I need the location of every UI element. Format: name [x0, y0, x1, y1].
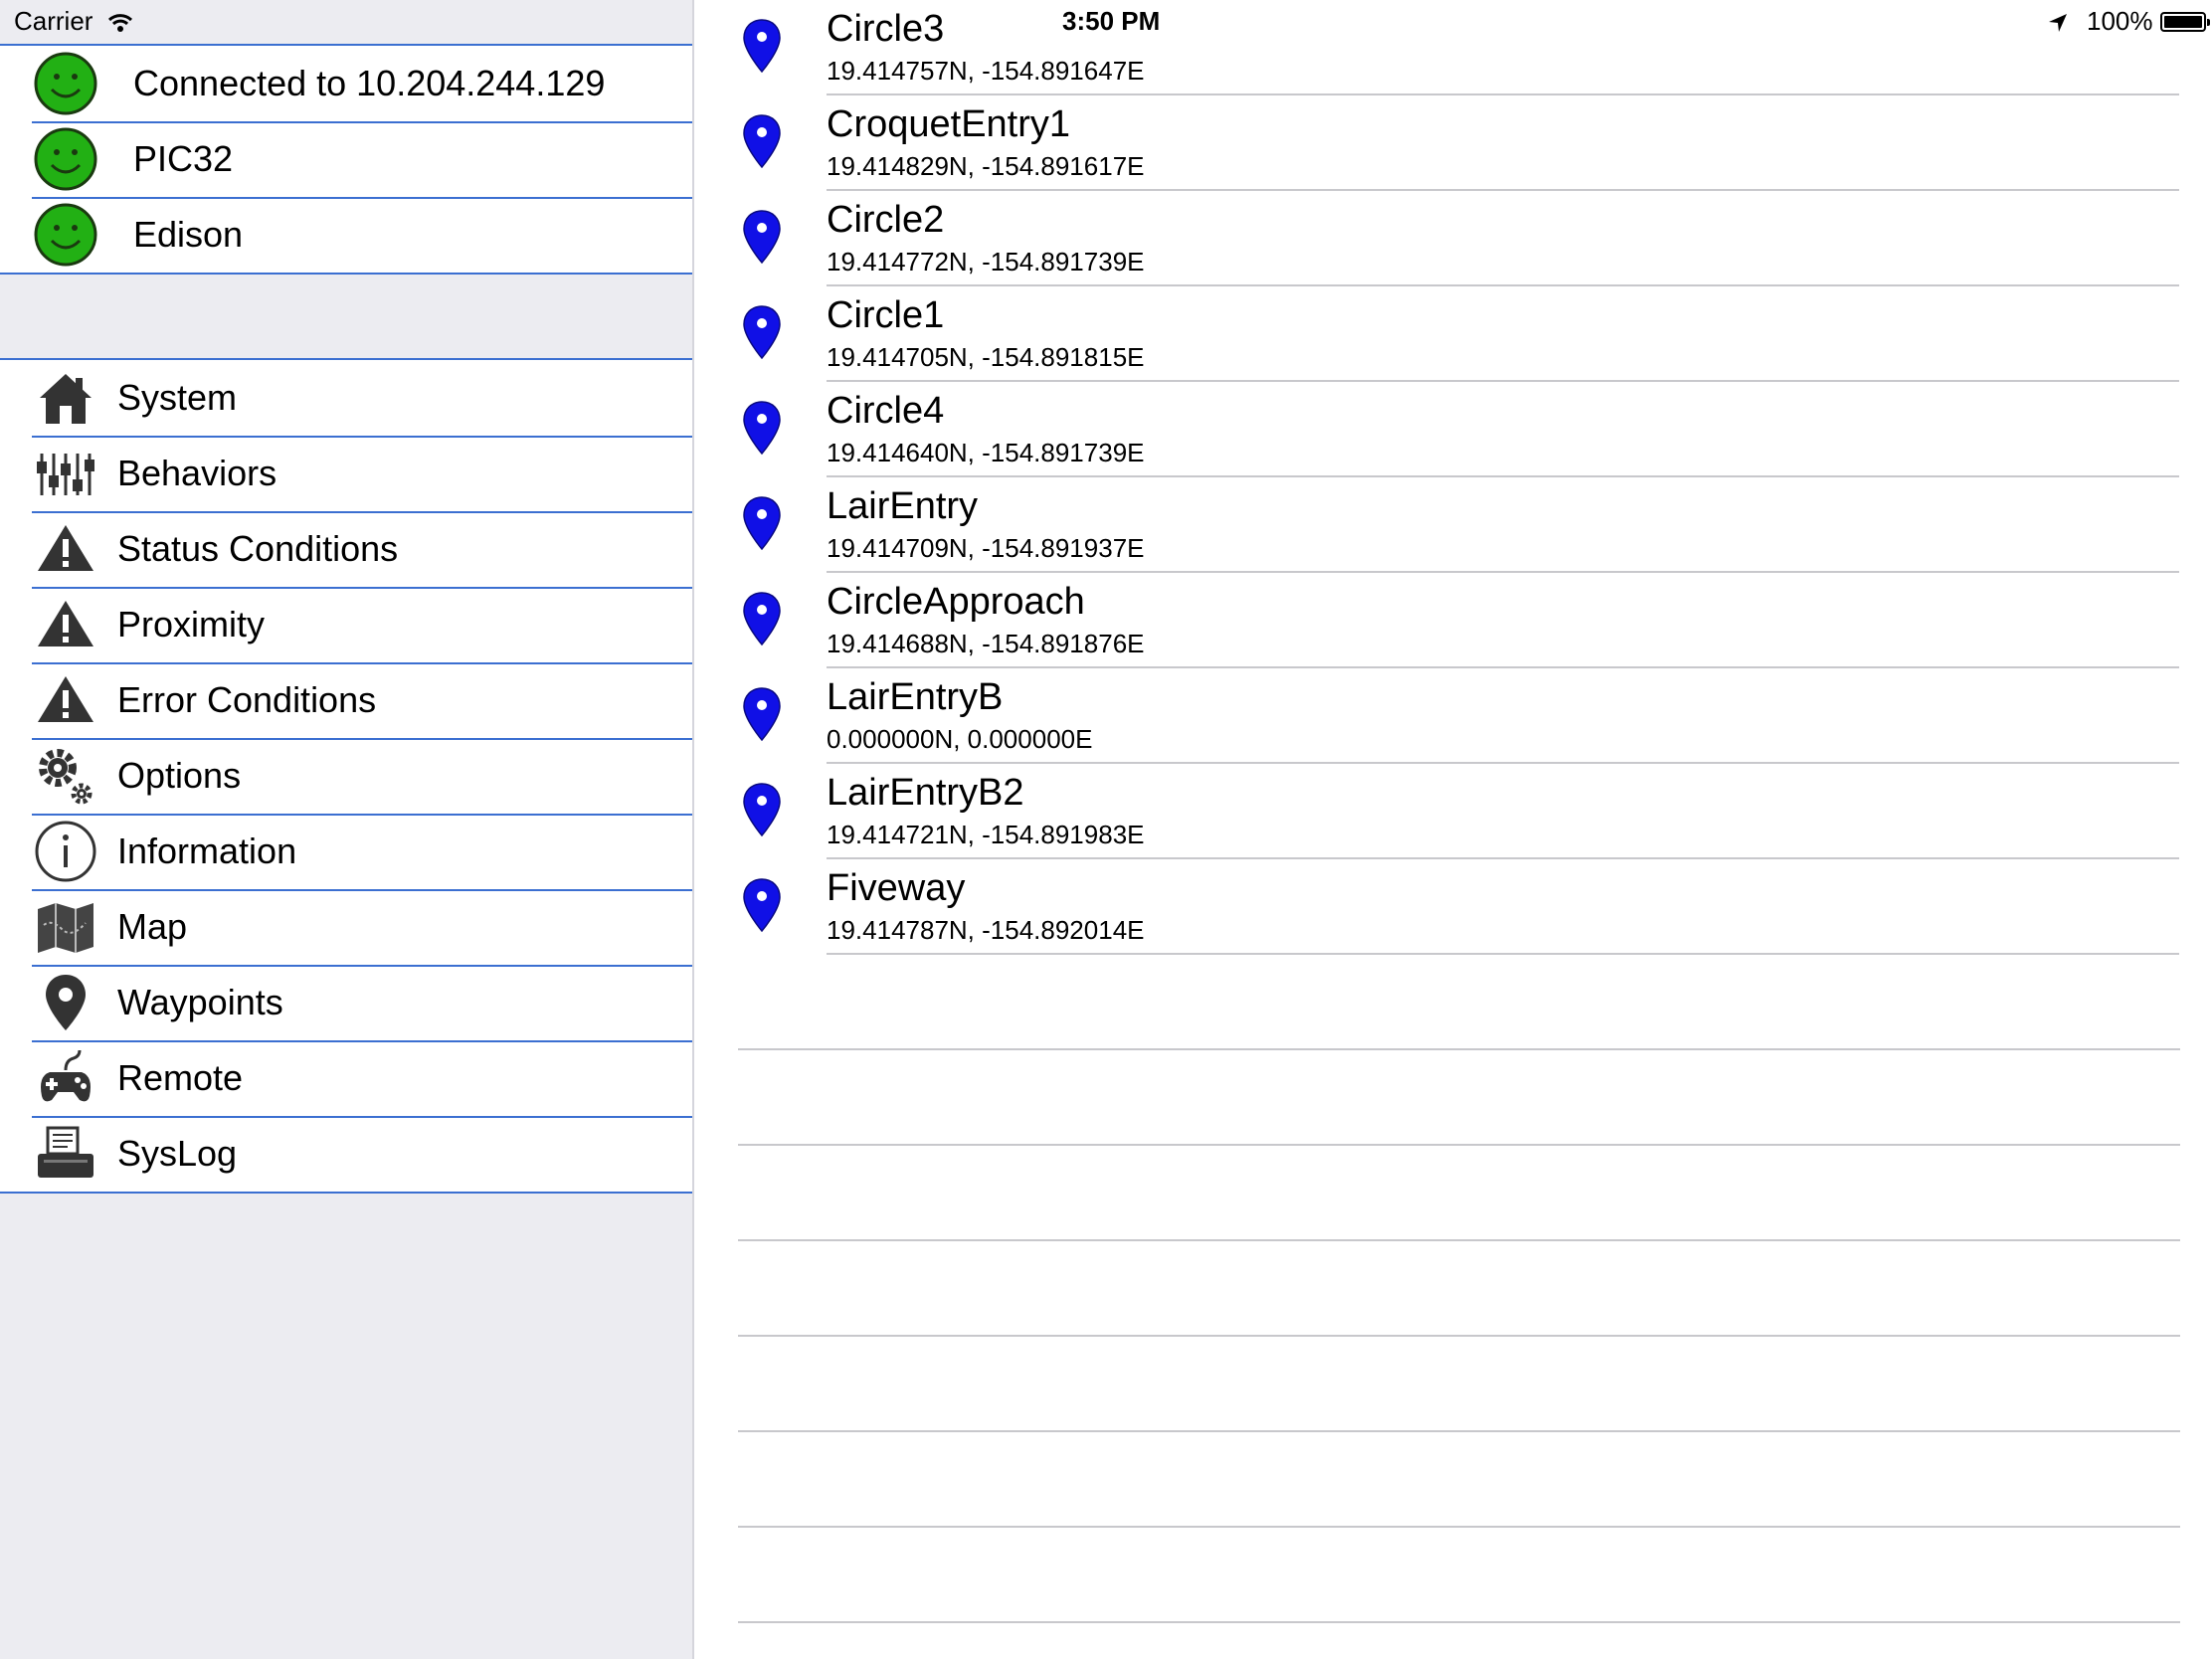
empty-row-separator [738, 1239, 2180, 1241]
smiley-ok-icon [34, 52, 97, 115]
gamepad-icon [34, 1046, 97, 1110]
smiley-ok-icon [34, 203, 97, 267]
status-bar: Carrier 3:50 PM 100% [0, 0, 2212, 44]
menu-item-label: Map [117, 906, 188, 947]
menu-item-label: Remote [117, 1057, 244, 1098]
waypoint-name: Fiveway [827, 867, 966, 909]
waypoint-coordinates: 19.414772N, -154.891739E [827, 247, 1145, 276]
empty-row-separator [738, 1430, 2180, 1432]
waypoint-pin-icon [742, 495, 782, 551]
connection-row-pic32[interactable]: PIC32 [0, 121, 692, 197]
connection-label: Connected to 10.204.244.129 [133, 63, 606, 103]
menu-item-label: Waypoints [117, 982, 283, 1022]
waypoint-name: LairEntryB [827, 676, 1004, 718]
warning-icon [34, 517, 97, 581]
waypoint-pin-icon [742, 877, 782, 933]
gears-icon [34, 744, 97, 808]
waypoint-name: LairEntryB2 [827, 772, 1024, 814]
waypoint-coordinates: 19.414709N, -154.891937E [827, 533, 1145, 563]
connection-status-group: Connected to 10.204.244.129 PIC32 Edison [0, 44, 692, 275]
waypoint-pin-icon [742, 686, 782, 742]
empty-row-separator [738, 1621, 2180, 1623]
info-icon [34, 820, 97, 883]
waypoint-coordinates: 19.414688N, -154.891876E [827, 629, 1145, 658]
waypoint-pin-icon [742, 113, 782, 169]
waypoint-pin-icon [742, 209, 782, 265]
waypoint-row[interactable]: Fiveway 19.414787N, -154.892014E [694, 859, 2212, 955]
sidebar: Connected to 10.204.244.129 PIC32 Edison… [0, 0, 694, 1659]
pin-icon [34, 971, 97, 1034]
empty-row-separator [738, 1048, 2180, 1050]
menu-item-proximity[interactable]: Proximity [0, 587, 692, 662]
waypoint-coordinates: 0.000000N, 0.000000E [827, 724, 1093, 754]
printer-icon [34, 1122, 97, 1186]
menu-item-label: Information [117, 830, 297, 871]
menu-item-label: SysLog [117, 1133, 238, 1174]
menu-item-label: Error Conditions [117, 679, 377, 720]
connection-row-server[interactable]: Connected to 10.204.244.129 [0, 46, 692, 121]
battery-percent: 100% [2087, 6, 2153, 36]
menu-item-label: Proximity [117, 604, 266, 645]
waypoint-row[interactable]: Circle4 19.414640N, -154.891739E [694, 382, 2212, 477]
waypoint-coordinates: 19.414640N, -154.891739E [827, 438, 1145, 467]
warning-icon [34, 593, 97, 656]
menu-item-label: Behaviors [117, 453, 277, 493]
menu-item-system[interactable]: System [0, 360, 692, 436]
menu-item-syslog[interactable]: SysLog [0, 1116, 692, 1192]
row-separator [827, 953, 2179, 955]
connection-label: PIC32 [133, 138, 234, 179]
clock: 3:50 PM [1062, 6, 1161, 36]
waypoint-list: Circle3 19.414757N, -154.891647E CroquetEn… [694, 0, 2212, 1659]
empty-row-separator [738, 1526, 2180, 1528]
menu-item-information[interactable]: Information [0, 814, 692, 889]
connection-row-edison[interactable]: Edison [0, 197, 692, 273]
waypoint-coordinates: 19.414757N, -154.891647E [827, 56, 1145, 86]
waypoint-coordinates: 19.414721N, -154.891983E [827, 820, 1145, 849]
menu-item-map[interactable]: Map [0, 889, 692, 965]
waypoint-pin-icon [742, 400, 782, 456]
empty-row-separator [738, 1335, 2180, 1337]
waypoint-row[interactable]: Circle2 19.414772N, -154.891739E [694, 191, 2212, 286]
carrier-label: Carrier [14, 6, 93, 36]
menu-item-waypoints[interactable]: Waypoints [0, 965, 692, 1040]
menu-item-error-conditions[interactable]: Error Conditions [0, 662, 692, 738]
menu-item-options[interactable]: Options [0, 738, 692, 814]
battery-icon [2160, 12, 2210, 32]
menu-item-label: Status Conditions [117, 528, 399, 569]
map-icon [34, 895, 97, 959]
menu-item-status-conditions[interactable]: Status Conditions [0, 511, 692, 587]
waypoint-name: Circle2 [827, 199, 945, 241]
waypoint-pin-icon [742, 591, 782, 646]
smiley-ok-icon [34, 127, 97, 191]
waypoint-name: CircleApproach [827, 581, 1085, 623]
menu-item-label: Options [117, 755, 242, 796]
waypoint-row[interactable]: LairEntryB 0.000000N, 0.000000E [694, 668, 2212, 764]
waypoint-coordinates: 19.414705N, -154.891815E [827, 342, 1145, 372]
waypoint-row[interactable]: CircleApproach 19.414688N, -154.891876E [694, 573, 2212, 668]
warning-icon [34, 668, 97, 732]
menu-item-remote[interactable]: Remote [0, 1040, 692, 1116]
house-icon [34, 366, 97, 430]
wifi-icon [107, 9, 133, 40]
menu-item-label: System [117, 377, 238, 418]
empty-row-separator [738, 1144, 2180, 1146]
waypoint-coordinates: 19.414829N, -154.891617E [827, 151, 1145, 181]
waypoint-name: LairEntry [827, 485, 979, 527]
connection-label: Edison [133, 214, 244, 255]
waypoint-row[interactable]: LairEntry 19.414709N, -154.891937E [694, 477, 2212, 573]
waypoint-row[interactable]: CroquetEntry1 19.414829N, -154.891617E [694, 95, 2212, 191]
waypoint-name: Circle1 [827, 294, 945, 336]
waypoint-row[interactable]: LairEntryB2 19.414721N, -154.891983E [694, 764, 2212, 859]
waypoint-name: CroquetEntry1 [827, 103, 1071, 145]
location-arrow-icon [2047, 10, 2069, 41]
waypoint-row[interactable]: Circle1 19.414705N, -154.891815E [694, 286, 2212, 382]
sliders-icon [34, 442, 97, 505]
waypoint-coordinates: 19.414787N, -154.892014E [827, 915, 1145, 945]
waypoint-pin-icon [742, 782, 782, 837]
waypoint-name: Circle4 [827, 390, 945, 432]
waypoint-pin-icon [742, 304, 782, 360]
navigation-menu: System Behaviors Status Conditions Proxi… [0, 358, 692, 1194]
menu-item-behaviors[interactable]: Behaviors [0, 436, 692, 511]
